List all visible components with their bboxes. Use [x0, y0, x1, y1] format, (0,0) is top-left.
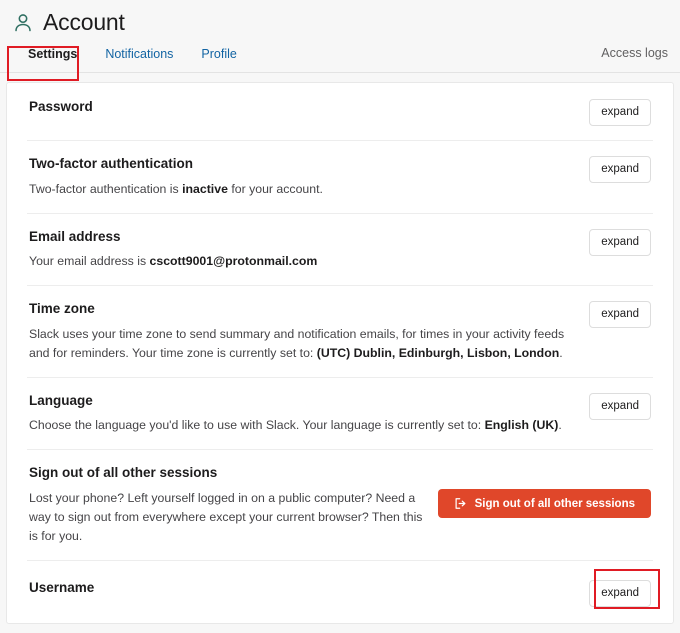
- section-desc-language: Choose the language you'd like to use wi…: [29, 418, 562, 433]
- section-language: Language Choose the language you'd like …: [7, 376, 673, 450]
- page-title: Account: [43, 9, 125, 35]
- expand-button-username[interactable]: expand: [589, 580, 651, 608]
- tab-profile[interactable]: Profile: [187, 47, 250, 73]
- section-desc-email-address: Your email address is cscott9001@protonm…: [29, 254, 318, 269]
- sign-out-all-sessions-button[interactable]: Sign out of all other sessions: [437, 489, 651, 519]
- expand-button-language[interactable]: expand: [589, 392, 651, 420]
- section-title-email-address: Email address: [29, 228, 121, 244]
- section-title-sign-out-all-sessions: Sign out of all other sessions: [29, 465, 218, 481]
- tab-list: Settings Notifications Profile: [14, 36, 251, 72]
- tab-settings[interactable]: Settings: [14, 47, 91, 73]
- section-title-time-zone: Time zone: [29, 301, 95, 317]
- expand-button-time-zone[interactable]: expand: [589, 301, 651, 329]
- section-username: Username expand: [7, 560, 673, 621]
- section-title-username: Username: [29, 580, 95, 596]
- section-desc-two-factor-authentication: Two-factor authentication is inactive fo…: [29, 181, 323, 196]
- section-email-address: Email address Your email address is csco…: [7, 212, 673, 286]
- section-title-password: Password: [29, 99, 93, 114]
- section-two-factor-authentication: Two-factor authentication Two-factor aut…: [7, 140, 673, 213]
- section-title-language: Language: [29, 392, 93, 408]
- section-time-zone: Time zone Slack uses your time zone to s…: [7, 285, 673, 377]
- sign-out-all-sessions-label: Sign out of all other sessions: [474, 497, 635, 510]
- sign-out-icon: [455, 498, 466, 510]
- access-logs-link[interactable]: Access logs: [601, 46, 668, 72]
- expand-button-password[interactable]: expand: [589, 99, 651, 126]
- tab-bar: Settings Notifications Profile Access lo…: [0, 36, 680, 73]
- section-desc-time-zone: Slack uses your time zone to send summar…: [29, 326, 565, 360]
- tab-notifications[interactable]: Notifications: [91, 47, 187, 73]
- section-title-two-factor-authentication: Two-factor authentication: [29, 156, 193, 171]
- expand-button-email-address[interactable]: expand: [589, 228, 651, 256]
- expand-button-two-factor-authentication[interactable]: expand: [589, 156, 651, 183]
- settings-card: Password expand Two-factor authenticatio…: [6, 82, 674, 624]
- page-header: Account: [0, 0, 680, 36]
- section-password: Password expand: [7, 83, 673, 140]
- section-sign-out-all-sessions: Sign out of all other sessions Lost your…: [7, 449, 673, 560]
- person-icon: [15, 13, 31, 31]
- section-desc-sign-out-all-sessions: Lost your phone? Left yourself logged in…: [29, 490, 423, 544]
